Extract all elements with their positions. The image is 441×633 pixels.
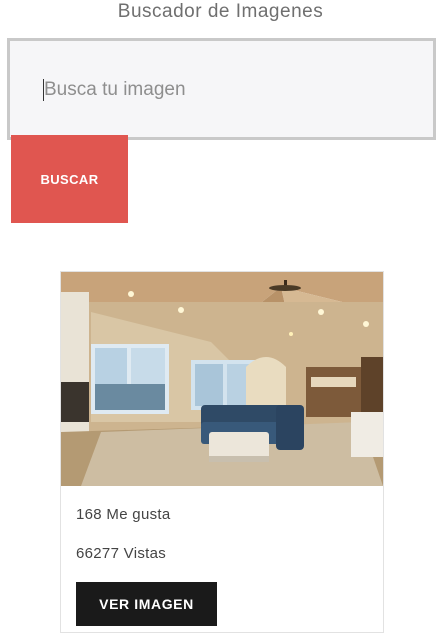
result-card: 168 Me gusta 66277 Vistas VER IMAGEN bbox=[60, 271, 384, 633]
search-button[interactable]: BUSCAR bbox=[11, 135, 128, 223]
text-caret bbox=[43, 79, 44, 101]
views-count: 66277 Vistas bbox=[76, 545, 167, 562]
view-image-button[interactable]: VER IMAGEN bbox=[76, 582, 217, 626]
search-input[interactable] bbox=[42, 77, 404, 103]
search-box bbox=[7, 38, 436, 140]
likes-count: 168 Me gusta bbox=[76, 506, 171, 523]
result-image[interactable] bbox=[61, 272, 383, 486]
page-title: Buscador de Imagenes bbox=[117, 1, 324, 22]
